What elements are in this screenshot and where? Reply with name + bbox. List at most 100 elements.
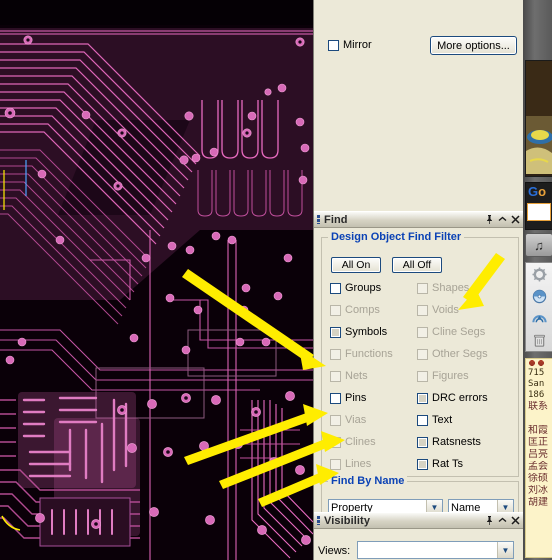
note-line: 吕亮 — [528, 449, 548, 460]
filter-checkbox-symbols[interactable]: Symbols — [330, 326, 387, 338]
options-pane: Mirror More options... — [314, 0, 524, 211]
visibility-panel-title: Visibility — [324, 514, 371, 527]
google-logo-g: G — [528, 184, 539, 199]
mirror-checkbox[interactable]: Mirror — [328, 39, 372, 51]
checkbox-label-pins: Pins — [345, 392, 367, 404]
checkbox-box-nets — [330, 370, 341, 382]
chevron-up-icon[interactable] — [496, 514, 509, 527]
pin-icon[interactable] — [483, 514, 496, 527]
photo-gadget[interactable] — [525, 60, 552, 177]
filter-checkbox-text[interactable]: Text — [417, 414, 452, 426]
all-off-button[interactable]: All Off — [392, 257, 442, 273]
music-note-icon[interactable]: ♫ — [534, 238, 544, 253]
note-line: 胡建 — [528, 497, 548, 508]
checkbox-box-cline-segs — [417, 326, 428, 338]
app-window: Mirror More options... Find Design Objec… — [0, 0, 552, 560]
close-icon[interactable] — [509, 213, 522, 226]
filter-checkbox-comps: Comps — [330, 304, 380, 316]
checkbox-box-shapes — [417, 282, 428, 294]
pcb-layout-canvas[interactable] — [0, 0, 313, 560]
filter-checkbox-rat-ts[interactable]: Rat Ts — [417, 458, 463, 470]
filter-group-title: Design Object Find Filter — [328, 231, 465, 243]
note-line: 徐硕 — [528, 473, 548, 484]
note-clip-icon — [526, 359, 552, 368]
filter-checkbox-figures: Figures — [417, 370, 469, 382]
checkbox-label-voids: Voids — [432, 304, 459, 316]
checkbox-box-ratsnests[interactable] — [417, 436, 428, 448]
visibility-panel: Visibility Views: ▼ — [314, 512, 524, 560]
disc-icon[interactable] — [526, 285, 552, 307]
checkbox-label-nets: Nets — [345, 370, 368, 382]
arc-icon[interactable] — [526, 307, 552, 329]
filter-checkbox-lines: Lines — [330, 458, 371, 470]
checkbox-box-vias — [330, 414, 341, 426]
checkbox-label-vias: Vias — [345, 414, 367, 426]
visibility-panel-titlebar[interactable]: Visibility — [314, 512, 524, 529]
checkbox-label-groups: Groups — [345, 282, 382, 294]
filter-checkbox-shapes: Shapes — [417, 282, 469, 294]
checkbox-label-symbols: Symbols — [345, 326, 388, 338]
all-on-button[interactable]: All On — [331, 257, 381, 273]
sidebar-icon-list — [525, 262, 552, 352]
close-icon[interactable] — [509, 514, 522, 527]
google-logo: Go — [526, 183, 552, 201]
note-line: 刘冰 — [528, 485, 548, 496]
desktop-sidebar: Go ♫ 715 San 186 联系 和霞 匡正 吕亮 孟会 徐硕 刘冰 胡建 — [523, 0, 552, 560]
checkbox-label-rat-ts: Rat Ts — [432, 458, 463, 470]
filter-checkbox-pins[interactable]: Pins — [330, 392, 366, 404]
google-search-input[interactable] — [527, 203, 551, 221]
music-gadget[interactable]: ♫ — [525, 233, 552, 257]
filter-checkbox-cline-segs: Cline Segs — [417, 326, 485, 338]
more-options-button[interactable]: More options... — [430, 36, 517, 55]
filter-checkbox-clines: Clines — [330, 436, 376, 448]
find-panel-titlebar[interactable]: Find — [314, 211, 524, 228]
checkbox-label-shapes: Shapes — [432, 282, 470, 294]
checkbox-box-rat-ts[interactable] — [417, 458, 428, 470]
right-dock: Mirror More options... Find Design Objec… — [313, 0, 524, 560]
filter-checkbox-vias: Vias — [330, 414, 366, 426]
chevron-down-icon[interactable]: ▼ — [497, 542, 513, 558]
checkbox-box-groups[interactable] — [330, 282, 341, 294]
sticky-note-gadget[interactable]: 715 San 186 联系 和霞 匡正 吕亮 孟会 徐硕 刘冰 胡建 — [525, 358, 552, 558]
note-line: 和霞 — [528, 425, 548, 436]
filter-checkbox-groups[interactable]: Groups — [330, 282, 381, 294]
checkbox-box-lines — [330, 458, 341, 470]
drag-grip-icon[interactable] — [317, 516, 320, 525]
views-select[interactable]: ▼ — [357, 541, 514, 559]
filter-checkbox-ratsnests[interactable]: Ratsnests — [417, 436, 481, 448]
checkbox-box-voids — [417, 304, 428, 316]
mirror-checkbox-box[interactable] — [328, 39, 339, 51]
note-line: 孟会 — [528, 461, 548, 472]
checkbox-box-other-segs — [417, 348, 428, 360]
gear-icon[interactable] — [526, 263, 552, 285]
google-search-gadget[interactable]: Go — [525, 182, 552, 230]
filter-checkbox-voids: Voids — [417, 304, 459, 316]
views-label: Views: — [318, 545, 351, 557]
filter-checkbox-drc-errors[interactable]: DRC errors — [417, 392, 488, 404]
checkbox-box-pins[interactable] — [330, 392, 341, 404]
checkbox-box-comps — [330, 304, 341, 316]
filter-checkbox-nets: Nets — [330, 370, 368, 382]
chevron-up-icon[interactable] — [496, 213, 509, 226]
note-line: San — [528, 379, 545, 389]
checkbox-label-lines: Lines — [345, 458, 372, 470]
filter-checkbox-functions: Functions — [330, 348, 393, 360]
checkbox-box-functions — [330, 348, 341, 360]
note-line: 186 — [528, 390, 545, 400]
note-line: 715 — [528, 368, 545, 378]
trash-icon[interactable] — [526, 329, 552, 351]
filter-checkbox-other-segs: Other Segs — [417, 348, 488, 360]
checkbox-label-ratsnests: Ratsnests — [432, 436, 481, 448]
checkbox-box-clines — [330, 436, 341, 448]
checkbox-label-clines: Clines — [345, 436, 376, 448]
checkbox-label-text: Text — [432, 414, 453, 426]
checkbox-box-symbols[interactable] — [330, 326, 341, 338]
pin-icon[interactable] — [483, 213, 496, 226]
checkbox-box-text[interactable] — [417, 414, 428, 426]
drag-grip-icon[interactable] — [317, 215, 320, 224]
checkbox-label-functions: Functions — [345, 348, 393, 360]
checkbox-label-other-segs: Other Segs — [432, 348, 488, 360]
find-panel: Find Design Object Find Filter All On Al… — [314, 211, 524, 523]
note-line: 匡正 — [528, 437, 548, 448]
checkbox-box-drc-errors[interactable] — [417, 392, 428, 404]
